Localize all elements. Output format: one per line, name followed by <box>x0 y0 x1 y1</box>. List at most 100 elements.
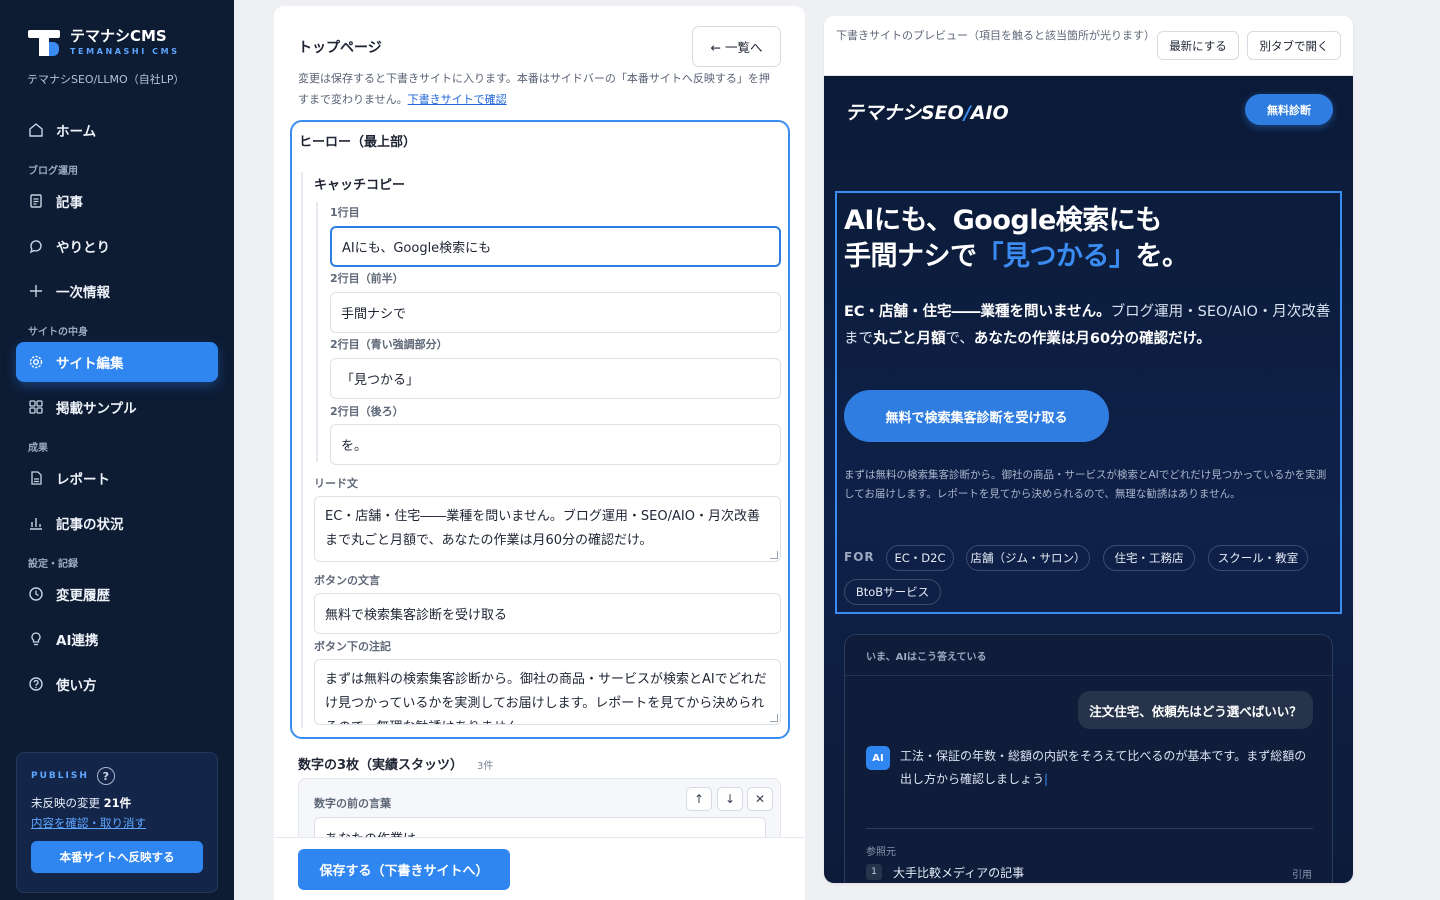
back-to-list-button[interactable]: ← 一覧へ <box>692 26 781 67</box>
bar-chart-icon <box>28 515 44 531</box>
lead-text: EC・店舗・住宅――業種を問いません。ブログ運用・SEO/AIO・月次改善まで丸… <box>325 509 760 548</box>
nav-section-results: 成果 <box>28 443 48 454</box>
description-text: 変更は保存すると下書きサイトに入ります。本番はサイドバーの「本番サイトへ反映する… <box>298 72 770 106</box>
for-label: FOR <box>844 550 875 564</box>
page-title: トップページ <box>298 40 382 56</box>
button-text-label: ボタンの文言 <box>314 574 380 587</box>
free-diagnosis-button[interactable]: 無料診断 <box>1245 94 1333 125</box>
line2b-label: 2行目（青い強調部分） <box>330 338 448 351</box>
preview-note: 下書きサイトのプレビュー（項目を触ると該当箇所が光ります） <box>836 29 1155 42</box>
sidebar-item-label: サイト編集 <box>56 356 124 372</box>
headline-line2c: を。 <box>1135 241 1190 272</box>
line2b-input[interactable]: 「見つかる」 <box>330 358 781 399</box>
catch-copy-title: キャッチコピー <box>314 178 406 193</box>
button-note-label: ボタン下の注記 <box>314 640 391 653</box>
hero-cta-button[interactable]: 無料で検索集客診断を受け取る <box>844 390 1109 442</box>
line2a-label: 2行目（前半） <box>330 272 404 285</box>
site-logo[interactable]: テマナシSEO/AIO <box>845 98 1009 125</box>
help-icon[interactable]: ? <box>96 767 115 785</box>
lead-bold: 丸ごと月額 <box>873 331 946 347</box>
unpublished-number: 21件 <box>103 796 132 810</box>
sidebar-item-label: AI連携 <box>56 633 99 649</box>
resize-handle-icon[interactable] <box>770 551 778 559</box>
headline-line1: AIにも、Google検索にも <box>844 205 1162 236</box>
sidebar-nav: ホーム ブログ運用 記事 やりとり 一次情報 サイトの中身 サイト編集 掲載サン… <box>16 110 218 709</box>
open-tab-button[interactable]: 別タブで開く <box>1247 31 1341 60</box>
site-name: テマナシSEO/LLMO（自社LP） <box>27 73 185 86</box>
reference-tag: 引用 <box>1292 870 1312 881</box>
publish-title-text: PUBLISH <box>31 771 89 781</box>
industry-chip: スクール・教室 <box>1208 545 1308 571</box>
save-bar: 保存する（下書きサイトへ） <box>274 837 805 900</box>
sidebar-item-label: レポート <box>56 472 110 488</box>
unpublished-count: 未反映の変更 21件 <box>31 795 203 811</box>
sidebar-item-primary-info[interactable]: 一次情報 <box>16 271 218 311</box>
lead-bold: EC・店舗・住宅――業種を問いません。 <box>844 304 1111 320</box>
sidebar-item-threads[interactable]: やりとり <box>16 226 218 266</box>
hero-section-title: ヒーロー（最上部） <box>299 135 417 150</box>
help-icon <box>28 676 44 692</box>
sidebar-item-label: やりとり <box>56 240 110 256</box>
sidebar-item-samples[interactable]: 掲載サンプル <box>16 387 218 427</box>
stats-section-title: 数字の3枚（実績スタッツ） <box>298 758 464 773</box>
sidebar-item-history[interactable]: 変更履歴 <box>16 574 218 614</box>
unpublished-label: 未反映の変更 <box>31 796 100 810</box>
draft-site-link[interactable]: 下書きサイトで確認 <box>408 93 507 106</box>
line1-input[interactable]: AIにも、Google検索にも <box>330 226 781 267</box>
sidebar-item-howto[interactable]: 使い方 <box>16 664 218 704</box>
typing-cursor: | <box>1044 772 1049 786</box>
sidebar-item-articles[interactable]: 記事 <box>16 181 218 221</box>
logo-text-end: AIO <box>970 102 1009 124</box>
hero-headline: AIにも、Google検索にも 手間ナシで「見つかる」を。 <box>844 203 1189 275</box>
stat-prefix-label: 数字の前の言葉 <box>314 797 391 810</box>
resize-handle-icon[interactable] <box>770 714 778 722</box>
sidebar-item-label: 一次情報 <box>56 285 110 301</box>
logo-icon <box>28 28 60 58</box>
publish-title: PUBLISH ? <box>31 767 203 785</box>
line2c-input[interactable]: を。 <box>330 424 781 465</box>
ai-answer-card: いま、AIはこう答えている 注文住宅、依頼先はどう選べばいい？ AI 工法・保証… <box>844 634 1334 883</box>
publish-button[interactable]: 本番サイトへ反映する <box>31 841 203 873</box>
headline-line2a: 手間ナシで <box>844 241 977 272</box>
nav-section-site: サイトの中身 <box>28 327 88 338</box>
preview-header: 下書きサイトのプレビュー（項目を触ると該当箇所が光ります） 最新にする 別タブで… <box>824 16 1353 76</box>
line2c-label: 2行目（後ろ） <box>330 405 404 418</box>
clock-icon <box>28 586 44 602</box>
sidebar-item-label: 掲載サンプル <box>56 401 137 417</box>
industry-chip: 店舗（ジム・サロン） <box>966 545 1090 571</box>
ai-answer-text: 工法・保証の年数・総額の内訳をそろえて比べるのが基本です。まず総額の出し方から確… <box>900 745 1315 791</box>
sidebar-item-home[interactable]: ホーム <box>16 110 218 150</box>
editor-description: 変更は保存すると下書きサイトに入ります。本番はサイドバーの「本番サイトへ反映する… <box>298 68 778 110</box>
sidebar-item-ai-integration[interactable]: AI連携 <box>16 619 218 659</box>
gear-icon <box>28 354 44 370</box>
hero-section-editor: ヒーロー（最上部） キャッチコピー 1行目 AIにも、Google検索にも 2行… <box>290 120 790 739</box>
headline-line2b: 「見つかる」 <box>976 241 1137 272</box>
sidebar-item-report[interactable]: レポート <box>16 458 218 498</box>
reference-label: 参照元 <box>866 847 896 858</box>
logo-slash: / <box>963 102 971 124</box>
move-down-button[interactable]: ↓ <box>717 787 743 811</box>
ai-badge-icon: AI <box>866 746 890 770</box>
group-indent-line <box>301 172 303 728</box>
lead-normal: で、 <box>945 331 974 347</box>
reference-title: 大手比較メディアの記事 <box>893 866 1025 880</box>
lead-textarea[interactable]: EC・店舗・住宅――業種を問いません。ブログ運用・SEO/AIO・月次改善まで丸… <box>314 496 781 562</box>
lead-label: リード文 <box>314 477 358 490</box>
reference-number: 1 <box>866 864 882 880</box>
industry-chip: EC・D2C <box>886 545 954 571</box>
nav-section-blog: ブログ運用 <box>28 166 78 177</box>
save-button[interactable]: 保存する（下書きサイトへ） <box>298 849 510 890</box>
button-note-textarea[interactable]: まずは無料の検索集客診断から。御社の商品・サービスが検索とAIでどれだけ見つかっ… <box>314 659 781 725</box>
brand[interactable]: テマナシCMS TEMANASHI CMS <box>28 28 180 58</box>
line2a-input[interactable]: 手間ナシで <box>330 292 781 333</box>
sidebar: テマナシCMS TEMANASHI CMS テマナシSEO/LLMO（自社LP）… <box>0 0 234 900</box>
document-icon <box>28 193 44 209</box>
sidebar-item-site-edit[interactable]: サイト編集 <box>16 342 218 382</box>
remove-button[interactable]: ✕ <box>747 787 773 811</box>
sidebar-item-article-status[interactable]: 記事の状況 <box>16 503 218 543</box>
move-up-button[interactable]: ↑ <box>686 787 712 811</box>
refresh-button[interactable]: 最新にする <box>1157 31 1239 60</box>
review-changes-link[interactable]: 内容を確認・取り消す <box>31 815 146 831</box>
button-text-input[interactable]: 無料で検索集客診断を受け取る <box>314 593 781 634</box>
ai-answer-body: 工法・保証の年数・総額の内訳をそろえて比べるのが基本です。まず総額の出し方から確… <box>900 749 1307 786</box>
